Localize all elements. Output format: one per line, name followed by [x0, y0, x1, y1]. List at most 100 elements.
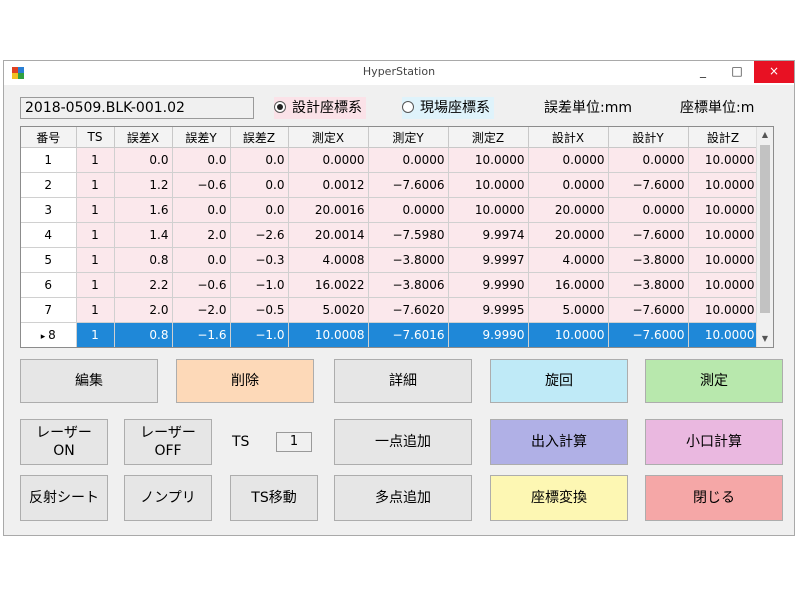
table-cell[interactable]: 5.0000: [528, 297, 609, 323]
maximize-button[interactable]: □: [720, 61, 754, 83]
table-cell[interactable]: 0.0000: [288, 147, 369, 173]
table-cell[interactable]: 10.0000: [688, 247, 759, 273]
table-cell[interactable]: 10.0000: [688, 147, 759, 173]
table-row[interactable]: 1 1 0.0 0.0 0.0 0.0000 0.0000 10.0000 0.0000 0.00…: [21, 147, 759, 173]
column-header[interactable]: 設計Y: [608, 127, 689, 148]
add-multi-point-button[interactable]: 多点追加: [334, 475, 472, 521]
table-cell[interactable]: −3.8000: [608, 272, 689, 298]
table-cell[interactable]: −7.6006: [368, 172, 449, 198]
row-number-cell[interactable]: 1: [21, 147, 77, 173]
column-header[interactable]: 設計Z: [688, 127, 759, 148]
table-cell[interactable]: 16.0022: [288, 272, 369, 298]
column-header[interactable]: 誤差Y: [172, 127, 231, 148]
table-cell[interactable]: 0.0: [230, 197, 289, 223]
table-cell[interactable]: 20.0000: [528, 222, 609, 248]
table-cell[interactable]: 1: [76, 297, 115, 323]
table-row[interactable]: 4 1 1.4 2.0 −2.6 20.0014 −7.5980 9.9974 20.0000−…: [21, 222, 759, 248]
close-button[interactable]: 閉じる: [645, 475, 783, 521]
table-cell[interactable]: 9.9997: [448, 247, 529, 273]
row-number-cell[interactable]: 5: [21, 247, 77, 273]
column-header[interactable]: 測定Y: [368, 127, 449, 148]
table-cell[interactable]: 0.0000: [528, 172, 609, 198]
table-cell[interactable]: 0.0: [114, 147, 173, 173]
data-grid[interactable]: 番号 TS 誤差X 誤差Y 誤差Z 測定X 測定Y 測定Z 設計X 設計Y 設計Z 1 1 0.0 0.0…: [20, 126, 774, 348]
table-cell[interactable]: 0.0000: [368, 197, 449, 223]
table-cell[interactable]: −1.0: [230, 272, 289, 298]
table-cell[interactable]: 1: [76, 172, 115, 198]
column-header[interactable]: TS: [76, 127, 115, 148]
table-cell[interactable]: 2.2: [114, 272, 173, 298]
no-prism-button[interactable]: ノンプリ: [124, 475, 212, 521]
table-cell[interactable]: 0.8: [114, 247, 173, 273]
ts-number-field[interactable]: 1: [276, 432, 312, 452]
table-cell[interactable]: 10.0000: [688, 297, 759, 323]
edit-button[interactable]: 編集: [20, 359, 158, 403]
row-number-cell[interactable]: 4: [21, 222, 77, 248]
table-cell[interactable]: −7.6020: [368, 297, 449, 323]
row-number-cell[interactable]: 6: [21, 272, 77, 298]
table-cell[interactable]: 4.0008: [288, 247, 369, 273]
table-cell[interactable]: 0.0: [230, 172, 289, 198]
table-cell[interactable]: 10.0000: [688, 172, 759, 198]
table-cell[interactable]: −3.8000: [368, 247, 449, 273]
rotate-button[interactable]: 旋回: [490, 359, 628, 403]
table-cell[interactable]: 0.0000: [528, 147, 609, 173]
close-window-button[interactable]: ×: [754, 61, 794, 83]
table-cell[interactable]: 0.8: [114, 322, 173, 347]
table-cell[interactable]: 5.0020: [288, 297, 369, 323]
table-cell[interactable]: 10.0000: [688, 197, 759, 223]
table-cell[interactable]: 1: [76, 197, 115, 223]
table-row[interactable]: 3 1 1.6 0.0 0.0 20.0016 0.0000 10.0000 20.0000 0.…: [21, 197, 759, 223]
minimize-button[interactable]: _: [686, 61, 720, 83]
table-row[interactable]: 2 1 1.2 −0.6 0.0 0.0012 −7.6006 10.0000 0.0000 −7…: [21, 172, 759, 198]
table-cell[interactable]: 10.0000: [448, 172, 529, 198]
radio-field-coords[interactable]: 現場座標系: [402, 97, 494, 119]
scroll-up-icon[interactable]: ▲: [757, 127, 773, 143]
table-row[interactable]: 5 1 0.8 0.0 −0.3 4.0008 −3.8000 9.9997 4.0000 −3.…: [21, 247, 759, 273]
row-number-cell[interactable]: 7: [21, 297, 77, 323]
table-cell[interactable]: 10.0000: [448, 147, 529, 173]
vertical-scrollbar[interactable]: ▲ ▼: [756, 127, 773, 347]
table-cell[interactable]: 1.2: [114, 172, 173, 198]
column-header[interactable]: 誤差X: [114, 127, 173, 148]
table-cell[interactable]: 10.0000: [528, 322, 609, 347]
file-name-field[interactable]: 2018-0509.BLK-001.02: [20, 97, 254, 119]
table-cell[interactable]: 10.0000: [688, 272, 759, 298]
table-cell[interactable]: 9.9990: [448, 272, 529, 298]
table-cell[interactable]: 1.4: [114, 222, 173, 248]
table-cell[interactable]: 0.0000: [608, 197, 689, 223]
delete-button[interactable]: 削除: [176, 359, 314, 403]
table-cell[interactable]: −7.5980: [368, 222, 449, 248]
column-header[interactable]: 番号: [21, 127, 77, 148]
table-cell[interactable]: 9.9990: [448, 322, 529, 347]
column-header[interactable]: 測定X: [288, 127, 369, 148]
table-cell[interactable]: −1.0: [230, 322, 289, 347]
table-cell[interactable]: 2.0: [114, 297, 173, 323]
table-cell[interactable]: −7.6000: [608, 322, 689, 347]
row-number-cell[interactable]: ▸ 8: [21, 322, 77, 347]
laser-on-button[interactable]: レーザー ON: [20, 419, 108, 465]
table-cell[interactable]: 1: [76, 272, 115, 298]
table-cell[interactable]: −7.6000: [608, 297, 689, 323]
detail-button[interactable]: 詳細: [334, 359, 472, 403]
table-cell[interactable]: 0.0000: [608, 147, 689, 173]
table-cell[interactable]: 10.0008: [288, 322, 369, 347]
scroll-down-icon[interactable]: ▼: [757, 331, 773, 347]
table-cell[interactable]: 0.0: [172, 247, 231, 273]
table-cell[interactable]: 0.0000: [368, 147, 449, 173]
table-cell[interactable]: 20.0000: [528, 197, 609, 223]
table-cell[interactable]: 1: [76, 222, 115, 248]
table-row[interactable]: 6 1 2.2 −0.6 −1.0 16.0022 −3.8006 9.9990 16.0000…: [21, 272, 759, 298]
table-cell[interactable]: 1: [76, 322, 115, 347]
table-cell[interactable]: 0.0: [230, 147, 289, 173]
table-cell[interactable]: −7.6016: [368, 322, 449, 347]
table-cell[interactable]: 9.9974: [448, 222, 529, 248]
table-cell[interactable]: 16.0000: [528, 272, 609, 298]
table-row[interactable]: 7 1 2.0 −2.0 −0.5 5.0020 −7.6020 9.9995 5.0000 −7…: [21, 297, 759, 323]
table-cell[interactable]: −1.6: [172, 322, 231, 347]
table-cell[interactable]: 20.0016: [288, 197, 369, 223]
radio-design-coords[interactable]: 設計座標系: [274, 97, 366, 119]
column-header[interactable]: 誤差Z: [230, 127, 289, 148]
table-cell[interactable]: 0.0: [172, 147, 231, 173]
column-header[interactable]: 設計X: [528, 127, 609, 148]
